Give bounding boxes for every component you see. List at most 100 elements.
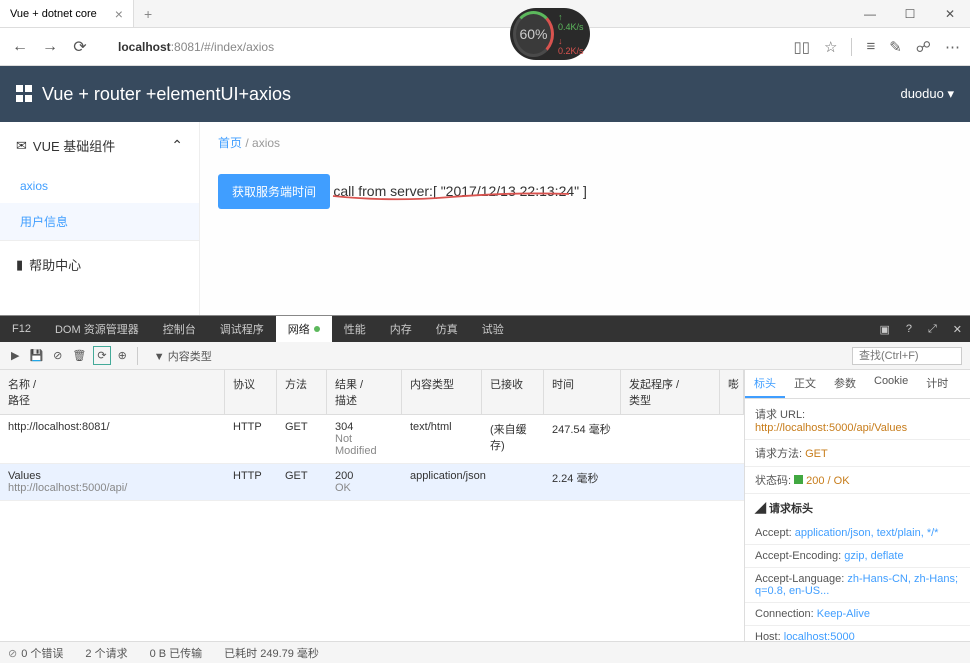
separator (137, 347, 144, 365)
browser-tab[interactable]: Vue + dotnet core × (0, 0, 134, 27)
app-title: Vue + router +elementUI+axios (42, 84, 291, 105)
tab-params[interactable]: 参数 (825, 370, 865, 398)
share-icon[interactable]: ☍ (916, 38, 931, 56)
sidebar-group-label: VUE 基础组件 (33, 136, 115, 155)
tab-debugger[interactable]: 调试程序 (208, 316, 276, 342)
url-bar[interactable]: localhost:8081/#/index/axios (110, 36, 783, 58)
speed-percent: 60% (513, 11, 554, 57)
tab-console[interactable]: 控制台 (151, 316, 208, 342)
tab-performance[interactable]: 性能 (332, 316, 378, 342)
url-host: localhost (118, 40, 171, 54)
sidebar-group-help[interactable]: ▮ 帮助中心 (0, 240, 199, 288)
col-type[interactable]: 内容类型 (402, 370, 482, 414)
sidebar-item-axios[interactable]: axios (0, 169, 199, 203)
section-request-headers[interactable]: ◢ 请求标头 (745, 494, 970, 522)
clear-icon[interactable]: ⊘ (50, 347, 65, 364)
footer-errors[interactable]: 0 个错误 (8, 645, 63, 661)
app-header: Vue + router +elementUI+axios duoduo ▾ (0, 66, 970, 122)
col-result[interactable]: 结果 / 描述 (327, 370, 402, 414)
help-icon[interactable]: ? (898, 316, 920, 342)
mail-icon: ✉ (16, 138, 27, 154)
header-row: Accept-Encoding: gzip, deflate (745, 545, 970, 568)
notes-icon[interactable]: ✎ (889, 38, 902, 56)
footer-elapsed: 已耗时 249.79 毫秒 (224, 645, 319, 661)
sidebar-group-vue[interactable]: ✉ VUE 基础组件 ⌃ (0, 122, 199, 169)
details-panel: 标头 正文 参数 Cookie 计时 请求 URL: http://localh… (744, 370, 970, 641)
tab-timing[interactable]: 计时 (917, 370, 957, 398)
col-initiator[interactable]: 发起程序 / 类型 (621, 370, 720, 414)
search-input[interactable] (852, 347, 962, 365)
recording-dot-icon (314, 326, 320, 332)
chevron-up-icon: ⌃ (171, 137, 183, 154)
filter-icon[interactable]: ⊕ (115, 347, 130, 364)
more-icon[interactable]: ⋯ (945, 38, 960, 56)
breadcrumb-current: axios (252, 136, 280, 150)
browser-toolbar: ← → ⟳ localhost:8081/#/index/axios 60% ↑… (0, 28, 970, 66)
detail-status: 状态码: 200 / OK (745, 467, 970, 494)
dock-icon[interactable]: ▣ (871, 316, 897, 342)
footer-requests: 2 个请求 (85, 645, 127, 661)
sidebar-item-userinfo[interactable]: 用户信息 (0, 203, 199, 240)
tab-experiments[interactable]: 试验 (470, 316, 516, 342)
content-type-filter[interactable]: ▼ 内容类型 (151, 346, 215, 366)
tab-emulation[interactable]: 仿真 (424, 316, 470, 342)
header-row: Host: localhost:5000 (745, 626, 970, 641)
speed-widget: 60% ↑ 0.4K/s ↓ 0.2K/s (510, 8, 590, 60)
fetch-server-time-button[interactable]: 获取服务端时间 (218, 174, 330, 209)
maximize-button[interactable]: ☐ (890, 7, 930, 21)
detail-method: 请求方法: GET (745, 440, 970, 467)
f12-label: F12 (0, 316, 43, 342)
request-row[interactable]: http://localhost:8081/HTTPGET304Not Modi… (0, 415, 744, 464)
sidebar-group-label: 帮助中心 (29, 255, 81, 274)
tab-network[interactable]: 网络 (276, 316, 332, 342)
export-icon[interactable]: 💾 (26, 347, 46, 364)
status-square-icon (794, 475, 803, 484)
back-button[interactable]: ← (10, 38, 30, 56)
col-protocol[interactable]: 协议 (225, 370, 277, 414)
browser-tab-bar: Vue + dotnet core × + — ☐ ✕ (0, 0, 970, 28)
tab-cookie[interactable]: Cookie (865, 370, 917, 398)
tab-dom[interactable]: DOM 资源管理器 (43, 316, 151, 342)
speed-up: ↑ 0.4K/s (558, 12, 587, 32)
breadcrumb-home[interactable]: 首页 (218, 136, 242, 150)
minimize-button[interactable]: — (850, 7, 890, 21)
col-received[interactable]: 已接收 (482, 370, 544, 414)
play-icon[interactable]: ▶ (8, 347, 22, 364)
devtools: F12 DOM 资源管理器 控制台 调试程序 网络 性能 内存 仿真 试验 ▣ … (0, 315, 970, 663)
request-row[interactable]: Valueshttp://localhost:5000/api/HTTPGET2… (0, 464, 744, 501)
tab-memory[interactable]: 内存 (378, 316, 424, 342)
main-content: 首页 / axios 获取服务端时间 call from server:[ "2… (200, 122, 970, 315)
col-method[interactable]: 方法 (277, 370, 327, 414)
breadcrumb: 首页 / axios (218, 134, 952, 151)
speed-down: ↓ 0.2K/s (558, 36, 587, 56)
devtools-tabs: F12 DOM 资源管理器 控制台 调试程序 网络 性能 内存 仿真 试验 ▣ … (0, 316, 970, 342)
user-menu[interactable]: duoduo ▾ (900, 86, 954, 102)
annotation-underline (331, 192, 571, 204)
request-table: 名称 / 路径 协议 方法 结果 / 描述 内容类型 已接收 时间 发起程序 /… (0, 370, 744, 641)
col-other[interactable]: 嘭 (720, 370, 744, 414)
pin-icon[interactable]: ⤢ (920, 316, 945, 342)
col-time[interactable]: 时间 (544, 370, 621, 414)
footer-transferred: 0 B 已传输 (150, 645, 203, 661)
col-name[interactable]: 名称 / 路径 (0, 370, 225, 414)
tab-body[interactable]: 正文 (785, 370, 825, 398)
logo-icon (16, 85, 34, 103)
close-window-button[interactable]: ✕ (930, 7, 970, 21)
close-devtools-icon[interactable]: ✕ (945, 316, 970, 342)
new-tab-button[interactable]: + (134, 6, 162, 22)
favorite-icon[interactable]: ☆ (824, 38, 837, 56)
header-row: Accept-Language: zh-Hans-CN, zh-Hans; q=… (745, 568, 970, 603)
close-icon[interactable]: × (115, 6, 123, 22)
clear-cache-icon[interactable]: 🗑 (69, 347, 89, 364)
devtools-footer: 0 个错误 2 个请求 0 B 已传输 已耗时 249.79 毫秒 (0, 641, 970, 663)
tab-title: Vue + dotnet core (10, 8, 97, 20)
refresh-button[interactable]: ⟳ (70, 37, 90, 57)
hub-icon[interactable]: ≡ (866, 38, 875, 55)
persist-icon[interactable]: ⟳ (93, 346, 110, 365)
forward-button[interactable]: → (40, 38, 60, 56)
tab-headers[interactable]: 标头 (745, 370, 785, 398)
reading-view-icon[interactable]: ▯▯ (793, 38, 810, 56)
detail-request-url: 请求 URL: http://localhost:5000/api/Values (745, 401, 970, 440)
server-response: call from server:[ "2017/12/13 22:13:24"… (333, 183, 587, 199)
header-row: Accept: application/json, text/plain, */… (745, 522, 970, 545)
